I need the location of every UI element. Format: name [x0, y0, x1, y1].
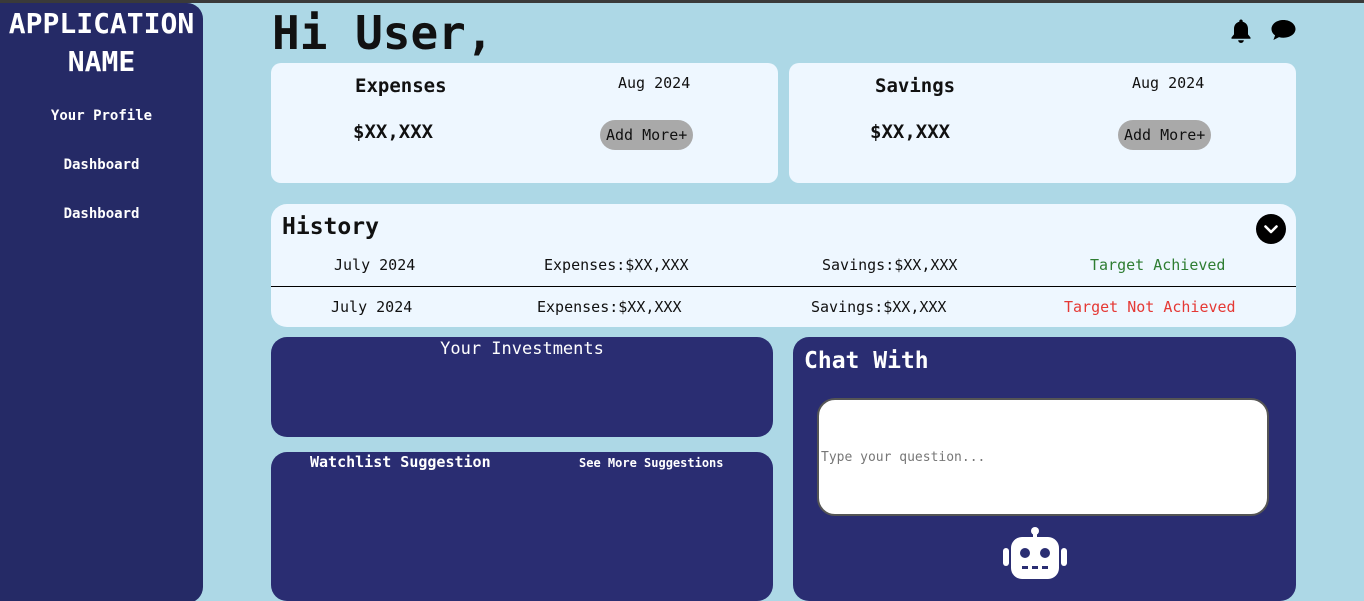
bell-icon[interactable] [1229, 18, 1253, 48]
sidebar-item-dashboard[interactable]: Dashboard [0, 157, 203, 173]
sidebar: APPLICATION NAME Your Profile Dashboard … [0, 3, 203, 601]
sidebar-item-dashboard-2[interactable]: Dashboard [0, 206, 203, 222]
savings-title: Savings [875, 75, 956, 97]
question-input[interactable] [817, 398, 1269, 516]
chat-title: Chat With [804, 348, 929, 374]
savings-card: Savings Aug 2024 $XX,XXX Add More+ [789, 63, 1296, 183]
history-title: History [282, 214, 379, 240]
add-expenses-button[interactable]: Add More+ [600, 120, 694, 150]
history-row: July 2024 Expenses:$XX,XXX Savings:$XX,X… [271, 286, 1296, 326]
chevron-down-icon [1264, 225, 1278, 234]
history-row: July 2024 Expenses:$XX,XXX Savings:$XX,X… [271, 248, 1296, 288]
history-expenses: Expenses:$XX,XXX [544, 256, 689, 274]
chat-panel: Chat With [793, 337, 1296, 601]
history-toggle-button[interactable] [1256, 214, 1286, 244]
savings-amount: $XX,XXX [870, 121, 951, 143]
history-expenses: Expenses:$XX,XXX [537, 298, 682, 316]
app-name-line1: APPLICATION [8, 7, 195, 40]
expenses-amount: $XX,XXX [353, 121, 434, 143]
app-name: APPLICATION NAME [0, 5, 203, 81]
sidebar-item-your-profile[interactable]: Your Profile [0, 108, 203, 124]
history-savings: Savings:$XX,XXX [811, 298, 947, 316]
add-savings-button[interactable]: Add More+ [1118, 120, 1212, 150]
investments-title: Your Investments [440, 339, 604, 359]
expenses-title: Expenses [355, 75, 447, 97]
history-month: July 2024 [331, 298, 413, 316]
savings-month: Aug 2024 [1132, 74, 1205, 92]
history-month: July 2024 [334, 256, 416, 274]
page-title: Hi User, [272, 6, 494, 60]
see-more-suggestions-link[interactable]: See More Suggestions [579, 456, 724, 470]
history-status: Target Not Achieved [1064, 298, 1236, 316]
history-savings: Savings:$XX,XXX [822, 256, 958, 274]
expenses-month: Aug 2024 [618, 74, 691, 92]
watchlist-title: Watchlist Suggestion [310, 453, 491, 471]
robot-icon[interactable] [1002, 526, 1068, 584]
chat-bubble-icon[interactable] [1270, 18, 1297, 46]
window-top-border [0, 0, 1364, 3]
investments-panel: Your Investments [271, 337, 773, 437]
watchlist-panel: Watchlist Suggestion See More Suggestion… [271, 452, 773, 601]
history-status: Target Achieved [1090, 256, 1226, 274]
app-name-line2: NAME [67, 45, 136, 78]
history-panel: History July 2024 Expenses:$XX,XXX Savin… [271, 204, 1296, 327]
expenses-card: Expenses Aug 2024 $XX,XXX Add More+ [271, 63, 778, 183]
